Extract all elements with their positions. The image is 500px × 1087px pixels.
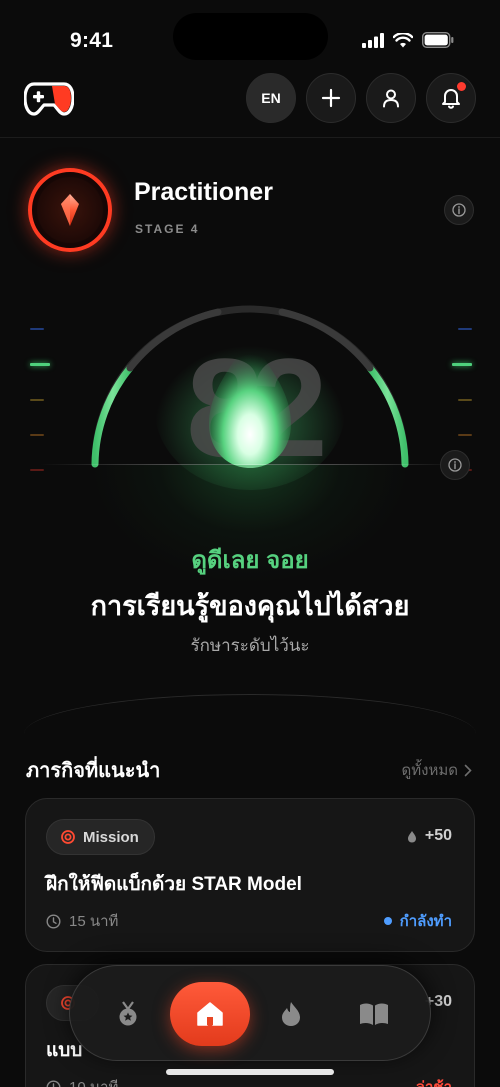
clock-icon — [46, 1080, 61, 1087]
target-icon — [61, 830, 75, 844]
missions-section-title: ภารกิจที่แนะนำ — [26, 760, 161, 782]
drop-icon — [407, 830, 416, 842]
user-icon — [383, 89, 399, 108]
add-button[interactable] — [306, 73, 356, 123]
notifications-button[interactable] — [426, 73, 476, 123]
nav-home[interactable] — [170, 982, 250, 1046]
info-icon — [448, 458, 462, 472]
mission-points: +50 — [407, 827, 452, 845]
mission-type-chip: Mission — [46, 819, 155, 855]
status-time: 9:41 — [70, 29, 114, 52]
profile-button[interactable] — [366, 73, 416, 123]
notification-badge — [457, 82, 466, 91]
mission-title: ฝึกให้ฟีดแบ็กด้วย STAR Model — [46, 874, 302, 895]
nav-achievements[interactable] — [104, 990, 152, 1038]
stage-subtitle: STAGE 4 — [135, 222, 200, 236]
clock-icon — [46, 913, 61, 929]
mission-status-label: ล่าช้า — [416, 1075, 452, 1087]
stage-badge — [28, 168, 112, 252]
gamepad-icon[interactable] — [23, 78, 75, 118]
status-bar: 9:41 — [0, 0, 500, 70]
home-indicator — [166, 1069, 334, 1075]
mission-duration: 15 นาที — [46, 909, 118, 933]
mission-status-label: กำลังทำ — [399, 913, 452, 930]
mission-type-label: Mission — [83, 828, 139, 846]
bottom-nav — [69, 965, 431, 1061]
mission-card[interactable]: Mission +50 ฝึกให้ฟีดแบ็กด้วย STAR Model… — [25, 798, 475, 952]
nav-streak[interactable] — [267, 990, 315, 1038]
home-icon — [197, 1002, 223, 1026]
chevron-right-icon — [464, 764, 472, 776]
see-all-label: ดูทั้งหมด — [401, 762, 458, 779]
gauge-info-button[interactable] — [440, 450, 470, 480]
progress-submessage: รักษาระดับไว้นะ — [190, 636, 310, 655]
signal-icon — [362, 32, 384, 48]
mission-duration-label: 10 นาที — [69, 1075, 118, 1087]
language-button[interactable]: EN — [246, 73, 296, 123]
status-icons — [362, 32, 454, 48]
app-header: EN — [0, 70, 500, 138]
plus-icon — [321, 88, 341, 108]
see-all-link[interactable]: ดูทั้งหมด — [402, 758, 472, 782]
crystal-icon — [61, 194, 79, 226]
flame-icon — [209, 334, 291, 468]
wifi-icon — [393, 32, 413, 47]
status-dot — [383, 917, 392, 925]
info-icon — [452, 203, 466, 217]
greeting-headline: ดูดีเลย จอย — [191, 547, 309, 574]
dynamic-island — [173, 13, 328, 60]
book-icon — [360, 1003, 388, 1025]
medal-icon — [119, 1001, 137, 1026]
progress-message: การเรียนรู้ของคุณไปได้สวย — [90, 591, 410, 621]
mission-status: ล่าช้า — [416, 1075, 452, 1087]
mission-points-value: +50 — [424, 827, 452, 844]
mission-duration: 10 นาที — [46, 1075, 118, 1087]
score-gauge: 82 — [0, 290, 500, 585]
nav-library[interactable] — [350, 990, 398, 1038]
stage-info-button[interactable] — [444, 195, 474, 225]
battery-icon — [422, 32, 454, 48]
stage-title: Practitioner — [134, 178, 273, 206]
flame-nav-icon — [282, 1002, 300, 1026]
section-divider — [24, 694, 476, 734]
mission-duration-label: 15 นาที — [69, 913, 119, 930]
bell-icon — [442, 89, 460, 109]
mission-status: กำลังทำ — [383, 909, 452, 933]
